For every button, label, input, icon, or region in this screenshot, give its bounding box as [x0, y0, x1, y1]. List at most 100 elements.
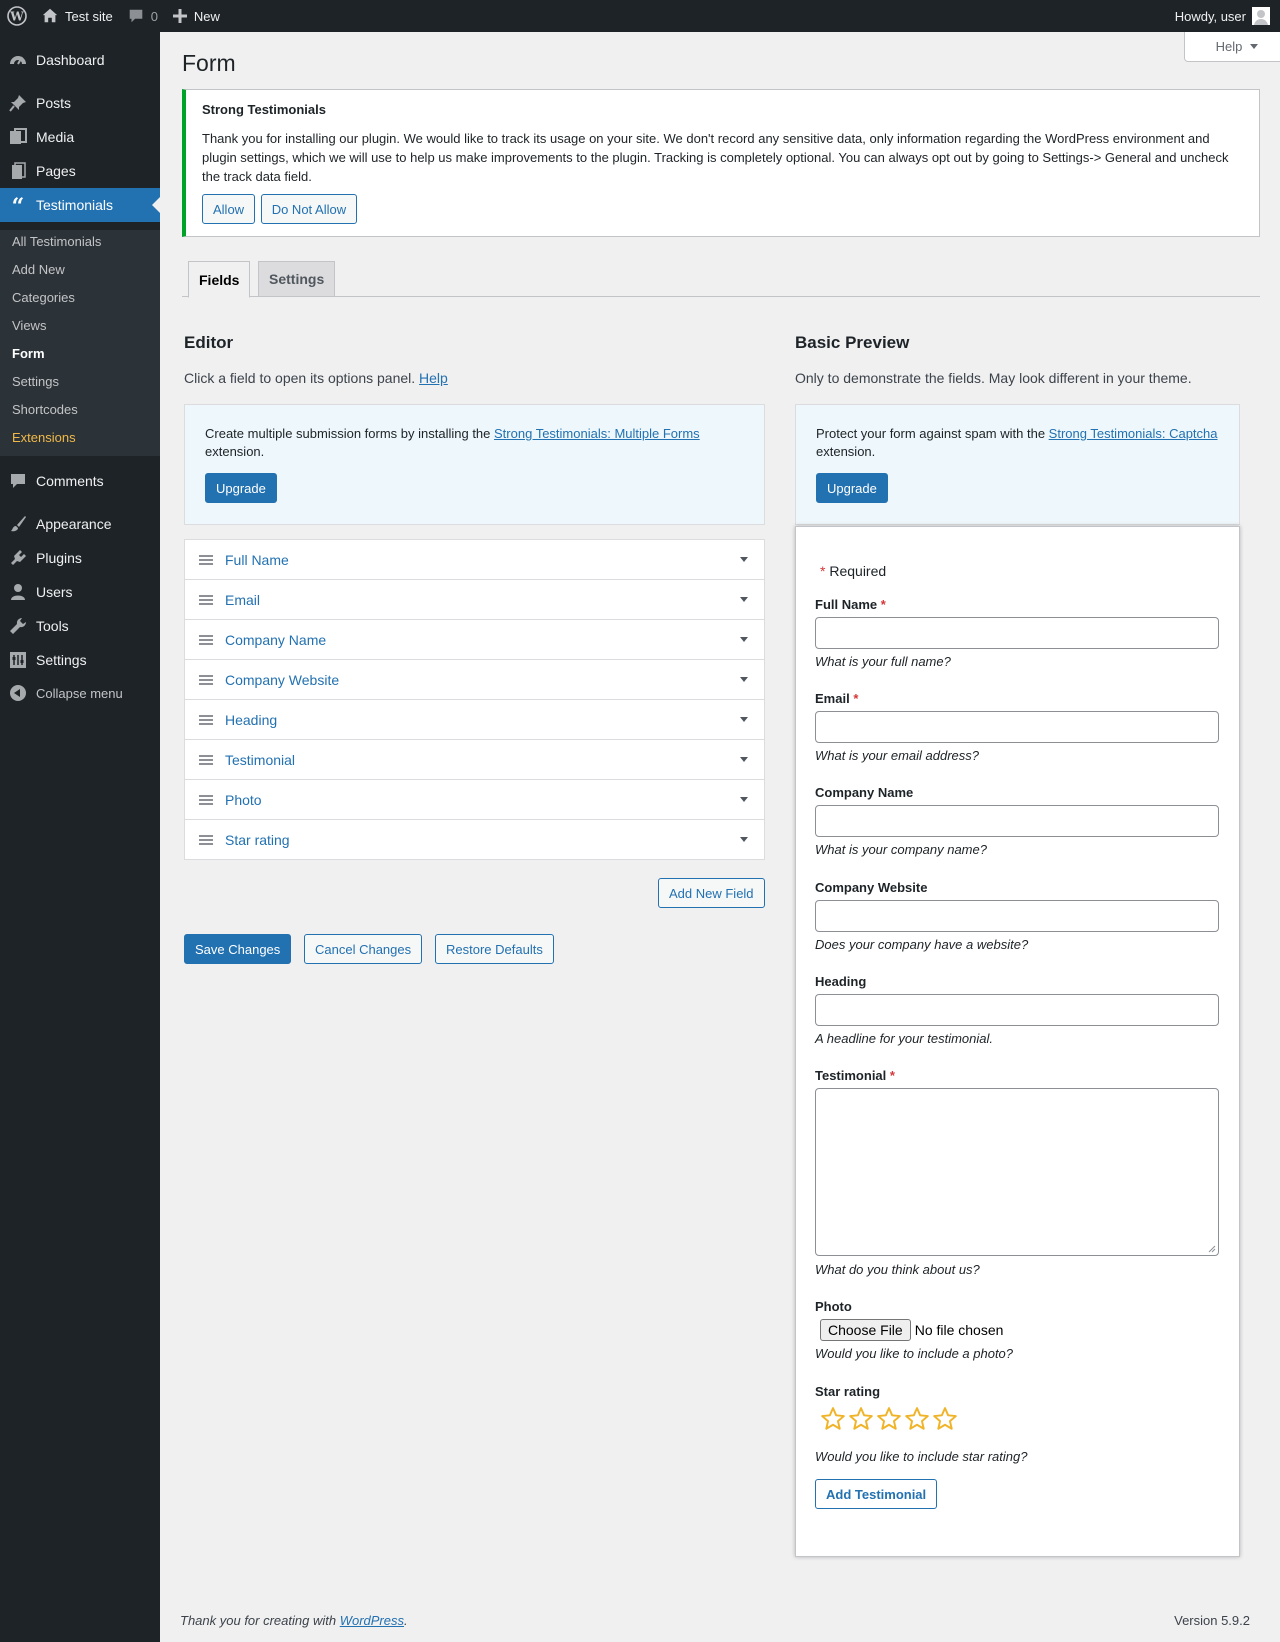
collapse-label: Collapse menu	[36, 685, 123, 701]
drag-handle-icon[interactable]	[199, 674, 213, 685]
full-name-input[interactable]	[815, 617, 1219, 649]
drag-handle-icon[interactable]	[199, 714, 213, 725]
submenu-views[interactable]: Views	[12, 318, 46, 333]
company-name-input[interactable]	[815, 805, 1219, 837]
star-rating-hint: Would you like to include star rating?	[815, 1449, 1028, 1464]
star-icon[interactable]	[876, 1406, 902, 1432]
tab-settings[interactable]: Settings	[258, 261, 336, 297]
field-name[interactable]: Photo	[225, 792, 740, 808]
pages-icon	[0, 161, 36, 181]
field-name[interactable]: Company Website	[225, 672, 740, 688]
menu-media[interactable]: Media	[0, 120, 160, 154]
expand-arrow-icon[interactable]	[740, 677, 748, 682]
expand-arrow-icon[interactable]	[740, 637, 748, 642]
expand-arrow-icon[interactable]	[740, 597, 748, 602]
promo-text: Create multiple submission forms by inst…	[205, 425, 744, 461]
expand-arrow-icon[interactable]	[740, 757, 748, 762]
brush-icon	[0, 514, 36, 534]
add-testimonial-button[interactable]: Add Testimonial	[815, 1479, 938, 1509]
choose-file-button[interactable]: Choose File	[820, 1319, 911, 1341]
field-row-company-name[interactable]: Company Name	[184, 619, 765, 660]
field-name[interactable]: Email	[225, 592, 740, 608]
wordpress-link[interactable]: WordPress	[340, 1613, 404, 1628]
field-name[interactable]: Heading	[225, 712, 740, 728]
expand-arrow-icon[interactable]	[740, 557, 748, 562]
submenu-settings[interactable]: Settings	[12, 374, 59, 389]
notice-title: Strong Testimonials	[202, 102, 326, 117]
drag-handle-icon[interactable]	[199, 794, 213, 805]
menu-posts[interactable]: Posts	[0, 86, 160, 120]
drag-handle-icon[interactable]	[199, 754, 213, 765]
pin-icon	[0, 93, 36, 113]
heading-input[interactable]	[815, 994, 1219, 1026]
testimonial-label: Testimonial *	[815, 1068, 895, 1083]
menu-tools[interactable]: Tools	[0, 609, 160, 643]
resize-handle-icon[interactable]	[1208, 1245, 1216, 1253]
company-website-input[interactable]	[815, 900, 1219, 932]
field-name[interactable]: Full Name	[225, 552, 740, 568]
expand-arrow-icon[interactable]	[740, 797, 748, 802]
footer-version: Version 5.9.2	[1174, 1613, 1250, 1628]
field-row-full-name[interactable]: Full Name	[184, 539, 765, 580]
cancel-changes-button[interactable]: Cancel Changes	[304, 934, 423, 964]
captcha-link[interactable]: Strong Testimonials: Captcha	[1049, 426, 1218, 441]
captcha-upgrade-button[interactable]: Upgrade	[816, 473, 888, 503]
menu-appearance[interactable]: Appearance	[0, 507, 160, 541]
drag-handle-icon[interactable]	[199, 554, 213, 565]
menu-users[interactable]: Users	[0, 575, 160, 609]
submenu-shortcodes[interactable]: Shortcodes	[12, 402, 78, 417]
menu-testimonials[interactable]: “ Testimonials	[0, 188, 160, 222]
editor-desc-text: Click a field to open its options panel.	[184, 370, 416, 386]
multiple-forms-link[interactable]: Strong Testimonials: Multiple Forms	[494, 426, 700, 441]
drag-handle-icon[interactable]	[199, 834, 213, 845]
menu-label: Posts	[36, 95, 72, 111]
submenu-categories[interactable]: Categories	[12, 290, 75, 305]
menu-comments[interactable]: Comments	[0, 464, 160, 498]
submenu-add-new[interactable]: Add New	[12, 262, 65, 277]
drag-handle-icon[interactable]	[199, 594, 213, 605]
field-row-star-rating[interactable]: Star rating	[184, 819, 765, 860]
field-name[interactable]: Testimonial	[225, 752, 740, 768]
star-icon[interactable]	[932, 1406, 958, 1432]
full-name-label: Full Name *	[815, 597, 886, 612]
add-new-field-button[interactable]: Add New Field	[658, 878, 765, 908]
field-row-email[interactable]: Email	[184, 579, 765, 620]
no-file-chosen: No file chosen	[914, 1322, 1004, 1338]
comments-link[interactable]: 0	[120, 0, 165, 32]
drag-handle-icon[interactable]	[199, 634, 213, 645]
submenu-form[interactable]: Form	[12, 346, 45, 361]
field-row-photo[interactable]: Photo	[184, 779, 765, 820]
expand-arrow-icon[interactable]	[740, 837, 748, 842]
help-tab-button[interactable]: Help	[1184, 32, 1280, 62]
field-name[interactable]: Company Name	[225, 632, 740, 648]
save-changes-button[interactable]: Save Changes	[184, 934, 292, 964]
submenu-all-testimonials[interactable]: All Testimonials	[12, 234, 101, 249]
field-row-testimonial[interactable]: Testimonial	[184, 739, 765, 780]
star-icon[interactable]	[848, 1406, 874, 1432]
star-icon[interactable]	[820, 1406, 846, 1432]
menu-plugins[interactable]: Plugins	[0, 541, 160, 575]
expand-arrow-icon[interactable]	[740, 717, 748, 722]
menu-pages[interactable]: Pages	[0, 154, 160, 188]
editor-help-link[interactable]: Help	[419, 370, 448, 386]
field-row-heading[interactable]: Heading	[184, 699, 765, 740]
allow-button[interactable]: Allow	[202, 194, 256, 224]
wordpress-logo-icon[interactable]: W	[0, 0, 34, 32]
collapse-menu-button[interactable]: Collapse menu	[0, 676, 123, 710]
tab-fields[interactable]: Fields	[188, 261, 251, 298]
site-name-link[interactable]: Test site	[34, 0, 120, 32]
testimonial-textarea[interactable]	[815, 1088, 1219, 1256]
menu-settings[interactable]: Settings	[0, 643, 160, 677]
star-icon[interactable]	[904, 1406, 930, 1432]
menu-label: Tools	[36, 618, 69, 634]
submenu-extensions[interactable]: Extensions	[12, 430, 76, 445]
restore-defaults-button[interactable]: Restore Defaults	[435, 934, 554, 964]
new-content-link[interactable]: New	[165, 0, 227, 32]
email-input[interactable]	[815, 711, 1219, 743]
menu-dashboard[interactable]: Dashboard	[0, 43, 160, 77]
field-name[interactable]: Star rating	[225, 832, 740, 848]
my-account-link[interactable]: Howdy, user	[1168, 0, 1280, 32]
upgrade-button[interactable]: Upgrade	[205, 473, 277, 503]
field-row-company-website[interactable]: Company Website	[184, 659, 765, 700]
do-not-allow-button[interactable]: Do Not Allow	[260, 194, 358, 224]
